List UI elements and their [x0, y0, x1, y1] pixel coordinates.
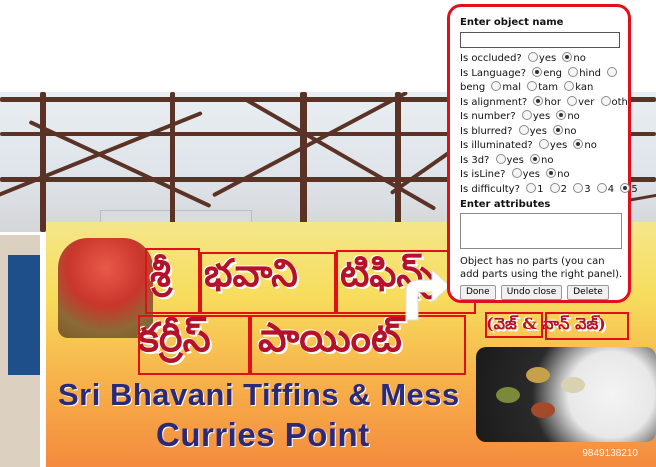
alignment-radio-hor[interactable]: [533, 95, 544, 106]
annotation-box-point[interactable]: [250, 315, 466, 375]
dialog-buttons: Done Undo close Delete: [460, 285, 620, 300]
annotation-box-veg[interactable]: [485, 312, 543, 338]
question-number: Is number? yes no: [460, 110, 580, 122]
delete-button[interactable]: Delete: [567, 285, 609, 300]
language-radio-tam[interactable]: [527, 81, 538, 91]
language-radio-mal[interactable]: [491, 81, 502, 91]
language-radio-beng[interactable]: [607, 66, 618, 77]
side-signboard: [0, 235, 40, 467]
isline-radio-yes[interactable]: [511, 168, 522, 178]
english-line-2: Curries Point: [156, 416, 370, 453]
number-radio-no[interactable]: [556, 110, 567, 120]
question-alignment: Is alignment? hor ver oth: [460, 95, 628, 108]
number-radio-yes[interactable]: [521, 110, 532, 120]
question-3d: Is 3d? yes no: [460, 153, 554, 166]
blurred-radio-yes[interactable]: [518, 124, 529, 135]
annotation-box-bhavani[interactable]: [200, 252, 336, 314]
illuminated-radio-no[interactable]: [573, 139, 584, 149]
3d-radio-yes[interactable]: [495, 153, 506, 164]
difficulty-radio-3[interactable]: [573, 182, 584, 193]
difficulty-radio-4[interactable]: [596, 182, 607, 193]
food-plate-image: [476, 347, 656, 442]
photo-credit: 9849138210: [582, 448, 638, 459]
question-occluded: Is occluded? yes no: [460, 52, 586, 64]
question-isline: Is isLine? yes no: [460, 168, 570, 180]
language-radio-hind[interactable]: [568, 66, 579, 77]
annotation-box-curries[interactable]: [138, 315, 250, 375]
attributes-title: Enter attributes: [460, 199, 551, 210]
done-button[interactable]: Done: [460, 285, 496, 300]
occluded-radio-no[interactable]: [562, 52, 573, 62]
annotation-box-sri[interactable]: [145, 248, 200, 314]
undo-close-button[interactable]: Undo close: [500, 285, 563, 300]
occluded-radio-yes[interactable]: [527, 52, 538, 62]
english-line-1: Sri Bhavani Tiffins & Mess: [58, 377, 460, 412]
object-annotation-dialog: Enter object name Is occluded? yes no Is…: [447, 4, 638, 303]
difficulty-radio-2[interactable]: [549, 182, 560, 193]
question-blurred: Is blurred? yes no: [460, 124, 577, 137]
language-radio-eng[interactable]: [532, 66, 543, 77]
dialog-title: Enter object name: [460, 17, 564, 28]
alignment-radio-oth[interactable]: [600, 95, 611, 106]
isline-radio-no[interactable]: [546, 168, 557, 178]
blurred-radio-no[interactable]: [553, 124, 564, 135]
difficulty-radio-1[interactable]: [526, 182, 537, 193]
question-illuminated: Is illuminated? yes no: [460, 139, 597, 151]
pointer-arrow-icon: [405, 268, 451, 321]
parts-note: Object has no parts (you can add parts u…: [460, 256, 623, 280]
illuminated-radio-yes[interactable]: [538, 139, 549, 149]
object-name-input[interactable]: [460, 32, 620, 48]
annotation-box-nonveg[interactable]: [545, 312, 629, 340]
language-radio-kan[interactable]: [564, 81, 575, 91]
alignment-radio-ver[interactable]: [567, 95, 578, 106]
question-difficulty: Is difficulty? 1 2 3 4 5: [460, 182, 638, 195]
question-language-cont: beng mal tam kan: [460, 81, 594, 93]
difficulty-radio-5[interactable]: [620, 182, 631, 193]
question-language: Is Language? eng hind: [460, 66, 620, 82]
3d-radio-no[interactable]: [530, 153, 541, 164]
attributes-textarea[interactable]: [460, 213, 622, 249]
